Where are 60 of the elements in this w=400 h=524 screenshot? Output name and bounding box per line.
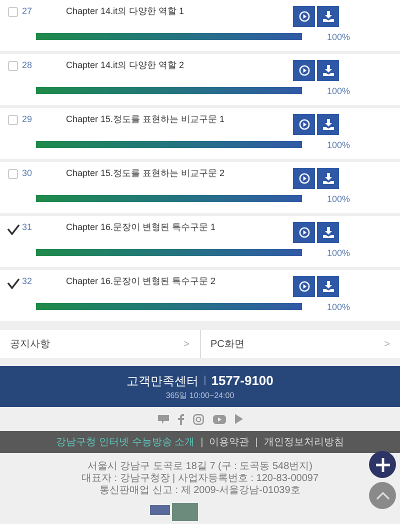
play-icon xyxy=(298,119,310,130)
download-icon xyxy=(322,173,334,184)
lecture-number: 28 xyxy=(22,59,32,72)
download-icon xyxy=(322,281,334,292)
phone-number[interactable]: 1577-9100 xyxy=(211,370,274,390)
lecture-title[interactable]: Chapter 15.정도를 표현하는 비교구문 1 xyxy=(66,113,225,126)
lecture-number: 31 xyxy=(22,221,32,234)
separator: | xyxy=(204,374,206,388)
address-line: 서울시 강남구 도곡로 18길 7 (구 : 도곡동 548번지) xyxy=(87,461,313,473)
lecture-title[interactable]: Chapter 16.문장이 변형된 특수구문 1 xyxy=(66,221,216,234)
play-button[interactable] xyxy=(293,114,315,135)
lecture-title[interactable]: Chapter 14.it의 다양한 역할 1 xyxy=(66,5,184,18)
progress-percent: 100% xyxy=(327,139,350,152)
separator: | xyxy=(255,436,258,450)
play-icon xyxy=(298,281,310,292)
download-button[interactable] xyxy=(317,222,339,243)
chevron-up-icon xyxy=(376,492,390,500)
address-line: 대표자 : 강남구청장 | 사업자등록번호 : 120-83-00097 xyxy=(81,473,319,485)
address-line: 통신판매업 신고 : 제 2009-서울강남-01039호 xyxy=(100,485,300,497)
add-button[interactable] xyxy=(369,451,396,478)
download-button[interactable] xyxy=(317,114,339,135)
nav-link[interactable]: 공지사항 xyxy=(10,336,50,352)
download-button[interactable] xyxy=(317,276,339,297)
progress-percent: 100% xyxy=(327,247,350,260)
lecture-title[interactable]: Chapter 14.it의 다양한 역할 2 xyxy=(66,59,184,72)
separator: | xyxy=(200,436,204,450)
download-button[interactable] xyxy=(317,60,339,81)
call-center-label: 고객만족센터 xyxy=(126,372,199,390)
play-icon xyxy=(298,227,310,238)
play-button[interactable] xyxy=(293,60,315,81)
download-button[interactable] xyxy=(317,168,339,189)
play-button[interactable] xyxy=(293,276,315,297)
lecture-number: 30 xyxy=(22,167,32,180)
progress-percent: 100% xyxy=(327,193,350,206)
play-icon xyxy=(298,65,310,76)
checkbox[interactable] xyxy=(7,278,20,289)
progress-percent: 100% xyxy=(327,31,350,44)
lecture-title[interactable]: Chapter 16.문장이 변형된 특수구문 2 xyxy=(66,275,216,288)
checkbox[interactable] xyxy=(7,224,20,235)
lecture-number: 32 xyxy=(22,275,32,288)
progress-percent: 100% xyxy=(327,301,350,314)
call-center-hours: 365일 10:00~24:00 xyxy=(166,390,234,402)
play-icon xyxy=(298,173,310,184)
play-button[interactable] xyxy=(293,6,315,27)
progress-percent: 100% xyxy=(327,85,350,98)
lecture-number: 29 xyxy=(22,113,32,126)
nav-link[interactable]: PC화면 xyxy=(210,336,244,352)
download-button[interactable] xyxy=(317,6,339,27)
play-button[interactable] xyxy=(293,222,315,243)
download-icon xyxy=(322,65,334,76)
play-button[interactable] xyxy=(293,168,315,189)
plus-icon xyxy=(376,458,390,472)
play-icon xyxy=(298,11,310,22)
download-icon xyxy=(322,119,334,130)
footer-link[interactable]: 이용약관 xyxy=(209,434,250,450)
lecture-title[interactable]: Chapter 15.정도를 표현하는 비교구문 2 xyxy=(66,167,225,180)
download-icon xyxy=(322,227,334,238)
download-icon xyxy=(322,11,334,22)
lecture-number: 27 xyxy=(22,5,32,18)
footer-link[interactable]: 개인정보처리방침 xyxy=(264,434,344,450)
